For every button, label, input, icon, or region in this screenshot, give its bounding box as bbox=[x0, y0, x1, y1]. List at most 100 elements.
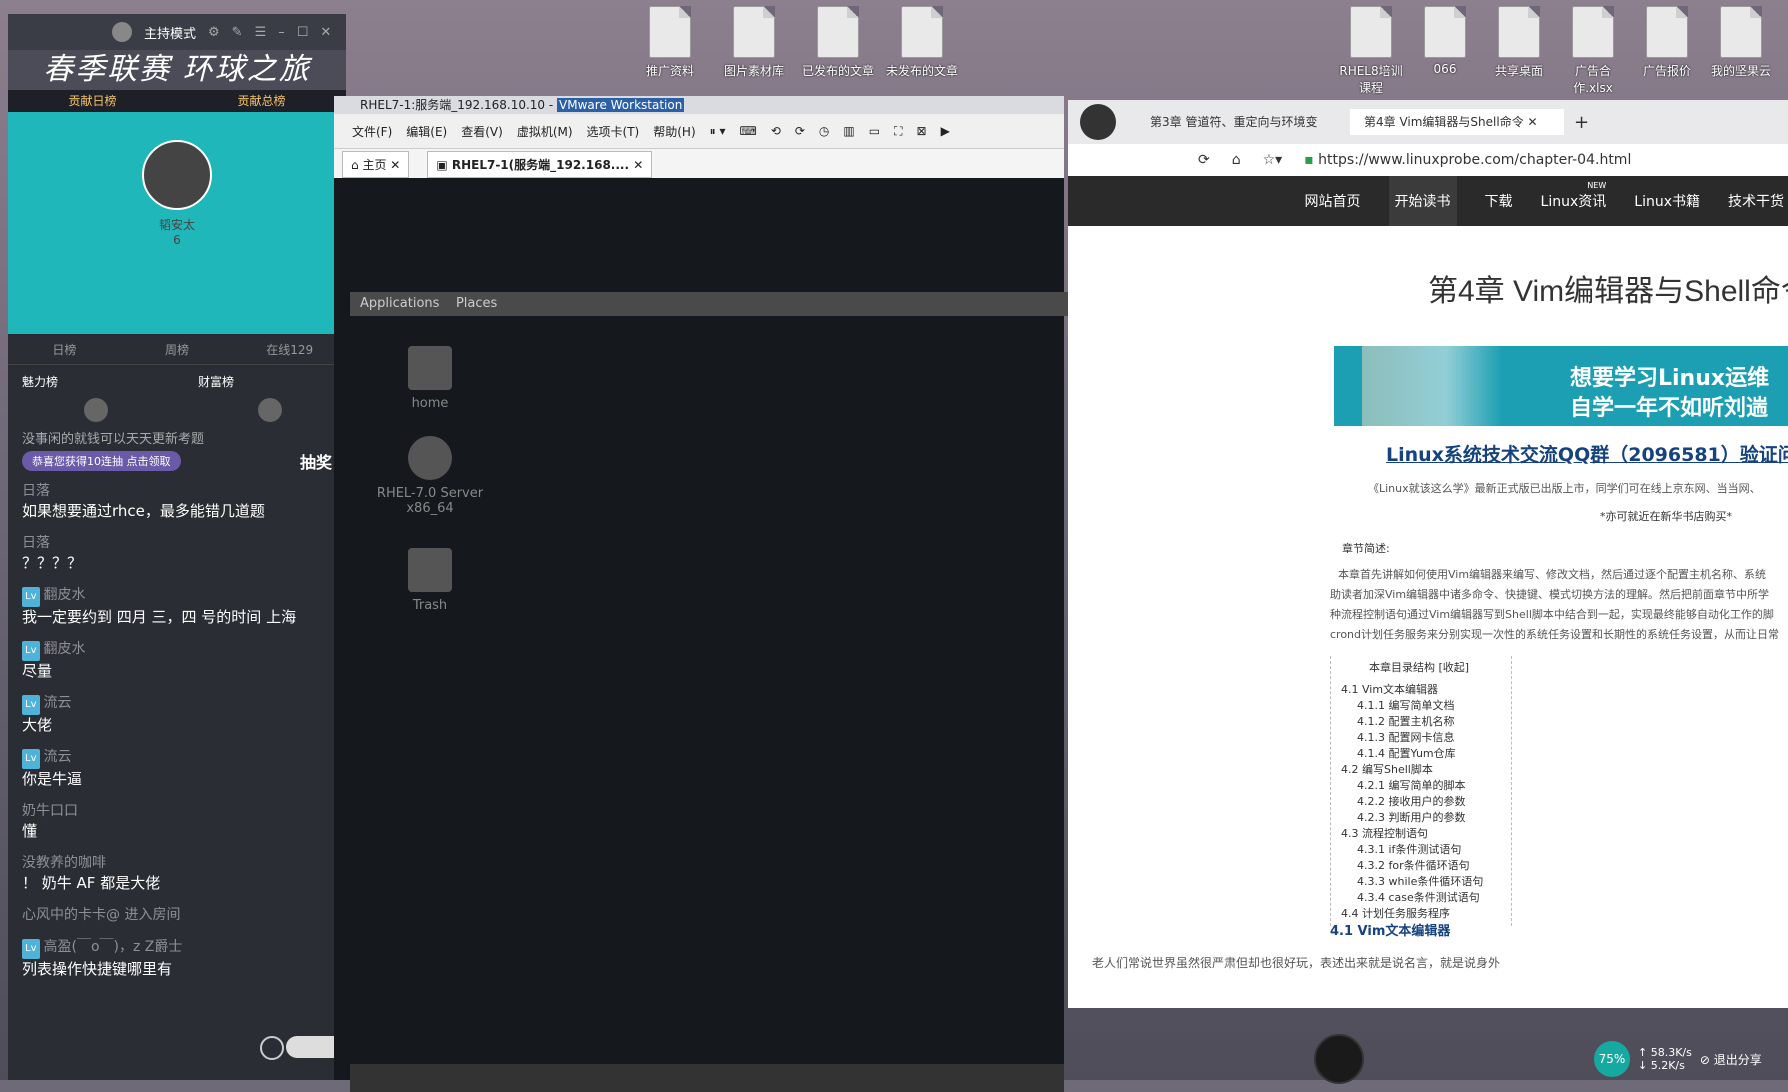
qq-group-link[interactable]: Linux系统技术交流QQ群（2096581）验证问题 bbox=[1386, 440, 1788, 467]
vm-console[interactable]: Applications Places home RHEL-7.0 Server… bbox=[334, 178, 1074, 1092]
browser-tab[interactable]: 第3章 管道符、重定向与环境变 bbox=[1136, 109, 1350, 135]
desktop-icon[interactable]: 已发布的文章 bbox=[796, 6, 880, 79]
chat-message: Lv 高盈(￣o￣)，z Z爵士 列表操作快捷键哪里有 bbox=[22, 939, 183, 978]
profile-avatar[interactable] bbox=[1080, 104, 1116, 140]
close-tab-icon[interactable]: ✕ bbox=[1528, 115, 1538, 129]
chat-message: Lv 流云 大佬 bbox=[22, 695, 72, 734]
tab-weekly[interactable]: 周榜 bbox=[121, 341, 234, 358]
toc-item[interactable]: 4.3 流程控制语句 bbox=[1341, 826, 1501, 842]
nav-tech[interactable]: 技术干货 bbox=[1728, 191, 1784, 211]
toc-item[interactable]: 4.1.2 配置主机名称 bbox=[1341, 714, 1501, 730]
ad-banner[interactable]: 想要学习Linux运维 自学一年不如听刘遄 bbox=[1334, 346, 1788, 426]
address-bar[interactable]: ▪ https://www.linuxprobe.com/chapter-04.… bbox=[1304, 152, 1631, 168]
tab-total-contribution[interactable]: 贡献总榜 bbox=[177, 90, 346, 112]
desktop-icon[interactable]: 未发布的文章 bbox=[880, 6, 964, 79]
download-speed: ↓ 5.2K/s bbox=[1638, 1059, 1685, 1072]
toc-item[interactable]: 4.3.2 for条件循环语句 bbox=[1341, 858, 1501, 874]
new-tab-icon[interactable]: + bbox=[1574, 112, 1589, 133]
pause-icon[interactable]: ⏸ ▾ bbox=[710, 124, 726, 139]
folder-icon bbox=[817, 6, 859, 58]
gnome-places-menu[interactable]: Places bbox=[456, 296, 497, 311]
tab-home[interactable]: ⌂ 主页 ✕ bbox=[342, 150, 410, 178]
emoji-icon[interactable] bbox=[260, 1036, 284, 1060]
toc-item[interactable]: 4.3.3 while条件循环语句 bbox=[1341, 874, 1501, 890]
close-icon[interactable]: ✕ bbox=[320, 25, 331, 40]
nav-home[interactable]: 网站首页 bbox=[1305, 191, 1361, 211]
thumbnail-icon[interactable]: ▭ bbox=[869, 124, 880, 138]
level-badge: Lv bbox=[22, 641, 40, 661]
minimize-icon[interactable]: – bbox=[278, 25, 285, 40]
menu-help[interactable]: 帮助(H) bbox=[653, 123, 695, 140]
exit-share-button[interactable]: ⊘ 退出分享 bbox=[1700, 1051, 1762, 1068]
home-icon[interactable]: ⌂ bbox=[1232, 152, 1241, 168]
toc-item[interactable]: 4.2.2 接收用户的参数 bbox=[1341, 794, 1501, 810]
desktop-icon[interactable]: 广告合作.xlsx bbox=[1556, 6, 1630, 96]
webcam-avatar[interactable] bbox=[1314, 1034, 1364, 1084]
avatar[interactable] bbox=[84, 398, 108, 422]
lottery-button[interactable]: 抽奖 bbox=[300, 449, 332, 473]
tab-online[interactable]: 在线129 bbox=[233, 341, 346, 358]
toc-item[interactable]: 4.1.1 编写简单文档 bbox=[1341, 698, 1501, 714]
level-badge: Lv bbox=[22, 695, 40, 715]
reload-icon[interactable]: ⟳ bbox=[1198, 152, 1210, 168]
gnome-applications-menu[interactable]: Applications bbox=[360, 296, 439, 311]
toc-item[interactable]: 4.3.4 case条件测试语句 bbox=[1341, 890, 1501, 906]
menu-tabs[interactable]: 选项卡(T) bbox=[587, 123, 640, 140]
settings-icon[interactable]: ⚙ bbox=[208, 25, 220, 40]
menu-file[interactable]: 文件(F) bbox=[352, 123, 392, 140]
fullscreen-icon[interactable]: ⛶ bbox=[894, 124, 902, 139]
toc-title[interactable]: 本章目录结构 [收起] bbox=[1369, 660, 1501, 676]
vmware-titlebar[interactable]: RHEL7-1:服务端_192.168.10.10 - VMware Works… bbox=[334, 96, 1064, 114]
nav-news[interactable]: Linux资讯 NEW bbox=[1541, 181, 1607, 211]
edit-icon[interactable]: ✎ bbox=[232, 25, 243, 40]
toc-item[interactable]: 4.2.1 编写简单的脚本 bbox=[1341, 778, 1501, 794]
boards-row: 魅力榜 财富榜 bbox=[8, 365, 346, 398]
star-icon[interactable]: ☆▾ bbox=[1263, 152, 1283, 168]
desktop-icon[interactable]: 推广资料 bbox=[628, 6, 712, 79]
contributor-avatar[interactable] bbox=[142, 140, 212, 210]
gnome-trash-icon[interactable]: Trash bbox=[370, 548, 490, 613]
toc-item[interactable]: 4.2 编写Shell脚本 bbox=[1341, 762, 1501, 778]
console-icon[interactable]: ▶ bbox=[941, 124, 950, 138]
send-keys-icon[interactable]: ⌨ bbox=[739, 124, 756, 138]
menu-vm[interactable]: 虚拟机(M) bbox=[517, 123, 573, 140]
desktop-icon[interactable]: 共享桌面 bbox=[1482, 6, 1556, 96]
nav-read[interactable]: 开始读书 bbox=[1388, 176, 1457, 226]
snapshot-icon[interactable]: ⟲ bbox=[771, 124, 781, 138]
gnome-home-icon[interactable]: home bbox=[370, 346, 490, 411]
toc-item[interactable]: 4.1.3 配置网卡信息 bbox=[1341, 730, 1501, 746]
menu-edit[interactable]: 编辑(E) bbox=[406, 123, 447, 140]
tab-daily[interactable]: 日榜 bbox=[8, 341, 121, 358]
toc-item[interactable]: 4.1 Vim文本编辑器 bbox=[1341, 682, 1501, 698]
tab-vm[interactable]: ▣ RHEL7-1(服务端_192.168.... ✕ bbox=[427, 150, 653, 178]
maximize-icon[interactable]: ☐ bbox=[297, 25, 309, 40]
unity-icon[interactable]: ⊠ bbox=[917, 124, 927, 138]
menu-icon[interactable]: ☰ bbox=[255, 25, 267, 40]
desktop-icon[interactable]: 066 bbox=[1408, 6, 1482, 96]
desktop-icon[interactable]: RHEL8培训课程 bbox=[1334, 6, 1408, 96]
cpu-usage-gauge[interactable]: 75% bbox=[1594, 1041, 1630, 1077]
reward-notice[interactable]: 恭喜您获得10连抽 点击领取 bbox=[22, 451, 181, 471]
desktop-icon[interactable]: 图片素材库 bbox=[712, 6, 796, 79]
desktop-icon[interactable]: 广告报价 bbox=[1630, 6, 1704, 96]
nav-download[interactable]: 下载 bbox=[1485, 191, 1513, 211]
tab-daily-contribution[interactable]: 贡献日榜 bbox=[8, 90, 177, 112]
live-panel-titlebar: 主持模式 ⚙ ✎ ☰ – ☐ ✕ bbox=[8, 14, 346, 50]
vmware-menubar: 文件(F) 编辑(E) 查看(V) 虚拟机(M) 选项卡(T) 帮助(H) ⏸ … bbox=[334, 114, 1064, 148]
toc-item[interactable]: 4.2.3 判断用户的参数 bbox=[1341, 810, 1501, 826]
desktop-right-icons: RHEL8培训课程 066 共享桌面 广告合作.xlsx 广告报价 我的坚果云 bbox=[1334, 6, 1778, 96]
toc-item[interactable]: 4.1.4 配置Yum仓库 bbox=[1341, 746, 1501, 762]
snapshot-manager-icon[interactable]: ◷ bbox=[819, 124, 829, 138]
show-library-icon[interactable]: ▥ bbox=[843, 124, 854, 138]
avatar[interactable] bbox=[258, 398, 282, 422]
event-banner[interactable]: 春季联赛 环球之旅 bbox=[8, 50, 346, 90]
desktop-icon[interactable]: 我的坚果云 bbox=[1704, 6, 1778, 96]
browser-tab-active[interactable]: 第4章 Vim编辑器与Shell命令 ✕ bbox=[1350, 109, 1564, 135]
charm-board-label[interactable]: 魅力榜 bbox=[22, 373, 58, 390]
wealth-board-label[interactable]: 财富榜 bbox=[198, 373, 234, 390]
nav-books[interactable]: Linux书籍 bbox=[1634, 191, 1700, 211]
menu-view[interactable]: 查看(V) bbox=[461, 123, 503, 140]
toc-item[interactable]: 4.3.1 if条件测试语句 bbox=[1341, 842, 1501, 858]
gnome-disc-icon[interactable]: RHEL-7.0 Server x86_64 bbox=[370, 436, 490, 516]
revert-snapshot-icon[interactable]: ⟳ bbox=[795, 124, 805, 138]
